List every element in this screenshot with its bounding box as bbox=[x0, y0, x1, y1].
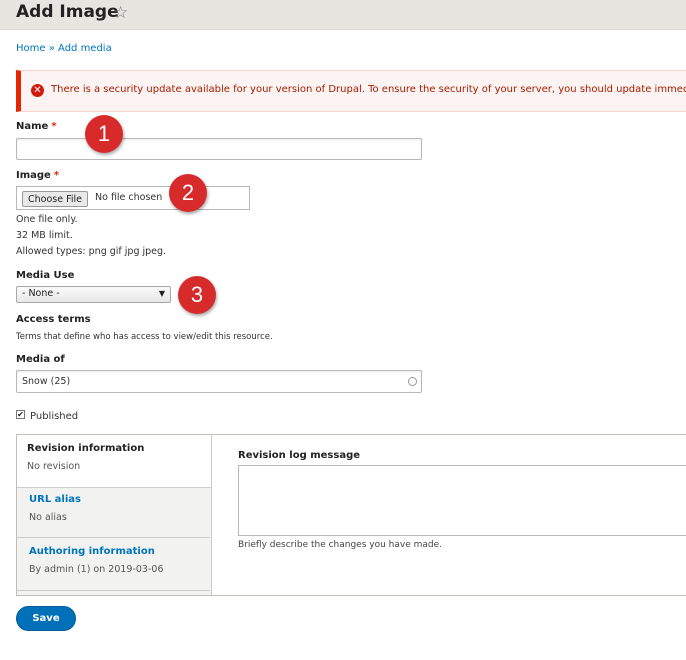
media-use-selected: - None - bbox=[22, 288, 60, 299]
tab-title: Authoring information bbox=[29, 546, 155, 557]
annotation-badge-1: 1 bbox=[85, 115, 123, 153]
name-label: Name * bbox=[16, 121, 57, 132]
autocomplete-throbber-icon bbox=[408, 377, 417, 386]
required-marker: * bbox=[53, 170, 60, 181]
vertical-tabs: Revision information No revision URL ali… bbox=[16, 434, 686, 596]
tab-title: URL alias bbox=[29, 494, 81, 505]
media-of-label: Media of bbox=[16, 354, 65, 365]
file-status: No file chosen bbox=[95, 192, 163, 203]
image-help-3: Allowed types: png gif jpg jpeg. bbox=[16, 246, 167, 257]
image-label: Image * bbox=[16, 170, 60, 181]
breadcrumb-current[interactable]: Add media bbox=[58, 43, 112, 54]
media-use-label: Media Use bbox=[16, 270, 75, 281]
media-of-autocomplete[interactable]: Snow (25) bbox=[16, 370, 422, 393]
required-marker: * bbox=[51, 121, 57, 132]
page-title: Add Image bbox=[16, 2, 119, 22]
tab-title: Revision information bbox=[27, 443, 145, 454]
tab-summary: No alias bbox=[29, 512, 67, 523]
error-circle-icon: ✕ bbox=[31, 84, 44, 97]
image-file-field: Choose File No file chosen bbox=[16, 186, 250, 210]
access-terms-label: Access terms bbox=[16, 314, 91, 325]
access-terms-help: Terms that define who has access to view… bbox=[16, 332, 273, 342]
revision-log-help: Briefly describe the changes you have ma… bbox=[238, 540, 443, 550]
save-button[interactable]: Save bbox=[16, 606, 76, 631]
breadcrumb-home[interactable]: Home bbox=[16, 43, 46, 54]
media-of-value: Snow (25) bbox=[22, 376, 71, 387]
vertical-tabs-menu: Revision information No revision URL ali… bbox=[17, 435, 212, 595]
published-checkbox[interactable]: ✔ bbox=[16, 410, 25, 419]
name-input[interactable] bbox=[16, 138, 422, 160]
revision-log-textarea[interactable] bbox=[238, 465, 686, 536]
tab-authoring-information[interactable]: Authoring information By admin (1) on 20… bbox=[17, 538, 210, 591]
choose-file-button[interactable]: Choose File bbox=[22, 191, 88, 207]
security-alert: ✕ There is a security update available f… bbox=[16, 70, 686, 112]
chevron-down-icon: ▼ bbox=[158, 289, 165, 298]
published-label: Published bbox=[30, 411, 79, 422]
tab-summary: No revision bbox=[27, 461, 81, 472]
star-outline-icon[interactable]: ☆ bbox=[113, 3, 128, 23]
annotation-badge-3: 3 bbox=[178, 276, 216, 314]
image-help-1: One file only. bbox=[16, 214, 78, 225]
tab-revision-information[interactable]: Revision information No revision bbox=[17, 435, 211, 488]
annotation-badge-2: 2 bbox=[169, 174, 207, 212]
revision-log-label: Revision log message bbox=[238, 450, 361, 461]
alert-message: There is a security update available for… bbox=[51, 84, 686, 95]
media-use-select[interactable]: - None - ▼ bbox=[16, 286, 171, 303]
image-help-2: 32 MB limit. bbox=[16, 230, 73, 241]
tab-url-alias[interactable]: URL alias No alias bbox=[17, 488, 210, 538]
breadcrumb-separator: » bbox=[48, 43, 55, 54]
tab-summary: By admin (1) on 2019-03-06 bbox=[29, 564, 164, 575]
breadcrumb: Home » Add media bbox=[16, 43, 112, 54]
